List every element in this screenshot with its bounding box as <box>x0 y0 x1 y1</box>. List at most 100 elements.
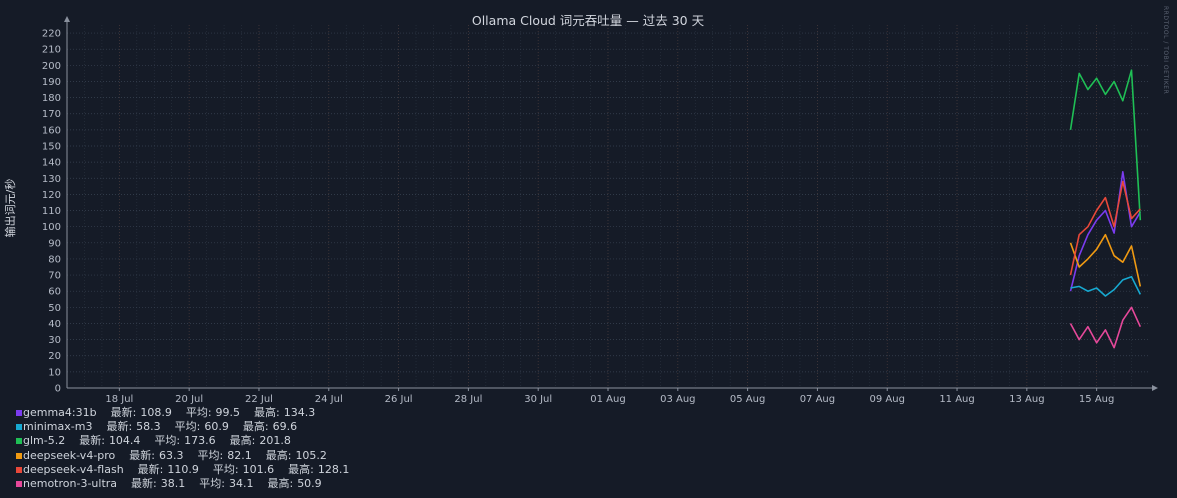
legend-swatch <box>16 438 22 445</box>
x-tick-label: 20 Jul <box>175 394 203 405</box>
y-tick-label: 80 <box>48 254 61 265</box>
x-tick-label: 26 Jul <box>385 394 413 405</box>
legend-stat-latest: 最新: 58.3 <box>106 420 161 434</box>
legend-item: glm-5.2 最新: 104.4 平均: 173.6 最高: 201.8 <box>16 434 349 448</box>
legend-stat-value: 99.5 <box>215 406 241 419</box>
series-line-minimax-m3 <box>1070 275 1142 297</box>
legend-stat-value: 201.8 <box>259 434 291 448</box>
legend-swatch <box>16 424 22 431</box>
legend-stat-avg: 平均: 101.6 <box>212 462 275 476</box>
y-tick-label: 40 <box>48 319 61 330</box>
x-tick-label: 01 Aug <box>590 394 625 405</box>
legend-stat-value: 60.9 <box>204 420 229 434</box>
x-tick-label: 13 Aug <box>1009 394 1044 405</box>
y-tick-label: 200 <box>42 61 61 72</box>
y-tick-label: 0 <box>55 384 61 395</box>
legend-stat-latest: 最新: 104.4 <box>79 434 141 448</box>
legend-stat-avg: 平均: 34.1 <box>199 476 254 490</box>
y-tick-labels: 0 10 20 30 40 50 60 70 80 90 100 110 120 130 140 150 160… <box>42 29 61 395</box>
y-tick-label: 170 <box>42 109 61 120</box>
y-tick-label: 180 <box>42 93 61 104</box>
legend-swatch <box>16 466 22 473</box>
y-tick-label: 10 <box>48 367 61 378</box>
x-tick-label: 28 Jul <box>454 394 482 405</box>
legend-stat-max: 最高: 69.6 <box>242 420 298 434</box>
y-tick-label: 70 <box>48 271 61 282</box>
x-tick-label: 18 Jul <box>105 394 133 405</box>
series-line-gemma4-31b <box>1069 171 1141 292</box>
y-axis-label: 输出词元/秒 <box>3 179 17 238</box>
legend-stat-max: 最高: 134.3 <box>254 406 316 419</box>
legend-item: deepseek-v4-flash 最新: 110.9 平均: 101.6 最高: 128.… <box>16 463 349 477</box>
legend-series-name: deepseek-v4-pro <box>23 448 116 462</box>
y-tick-label: 110 <box>42 206 61 217</box>
grid-major <box>67 25 1149 388</box>
series-line-deepseek-v4-flash <box>1069 180 1141 276</box>
legend-item: minimax-m3 最新: 58.3 平均: 60.9 最高: 69.6 <box>16 420 349 434</box>
legend-stat-value: 134.3 <box>283 406 316 419</box>
x-tick-label: 30 Jul <box>524 394 552 405</box>
y-tick-label: 50 <box>48 303 61 314</box>
y-tick-label: 30 <box>48 335 61 346</box>
legend-stat-value: 38.1 <box>160 476 186 490</box>
y-tick-label: 130 <box>42 174 61 185</box>
legend-stat-max: 最高: 201.8 <box>229 434 291 448</box>
legend-item: nemotron-3-ultra 最新: 38.1 平均: 34.1 最高: 50.9 <box>16 477 349 491</box>
y-tick-label: 210 <box>42 45 61 56</box>
y-tick-label: 160 <box>42 125 61 136</box>
legend-stat-value: 58.3 <box>136 420 161 434</box>
legend-series-name: minimax-m3 <box>23 420 93 434</box>
x-tick-label: 07 Aug <box>800 394 835 405</box>
x-axis-arrow <box>1152 385 1158 391</box>
x-tick-labels: 18 Jul 20 Jul 22 Jul 24 Jul 26 Jul 28 Jul 30 J… <box>105 394 1114 405</box>
legend-stat-value: 110.9 <box>167 462 199 476</box>
legend-stat-value: 82.1 <box>227 448 252 462</box>
legend-series-name: glm-5.2 <box>23 434 66 448</box>
legend-stat-avg: 平均: 82.1 <box>197 448 252 462</box>
legend-stat-value: 128.1 <box>317 462 350 476</box>
legend-series-name: gemma4:31b <box>23 406 97 419</box>
legend-stat-value: 34.1 <box>228 476 254 490</box>
x-tick-label: 15 Aug <box>1079 394 1114 405</box>
legend-swatch <box>16 410 22 417</box>
legend-swatch <box>16 452 22 459</box>
legend-stat-avg: 平均: 60.9 <box>174 420 229 434</box>
y-tick-label: 140 <box>42 158 61 169</box>
y-tick-label: 220 <box>42 29 61 40</box>
legend-stat-latest: 最新: 110.9 <box>137 462 199 476</box>
series-lines <box>1069 69 1142 349</box>
y-tick-label: 120 <box>42 190 61 201</box>
x-tick-label: 24 Jul <box>315 394 343 405</box>
legend-stat-latest: 最新: 38.1 <box>131 476 186 490</box>
x-tick-label: 11 Aug <box>939 394 974 405</box>
x-tick-label: 03 Aug <box>660 394 695 405</box>
legend-stat-max: 最高: 128.1 <box>288 462 350 476</box>
x-tick-label: 05 Aug <box>730 394 765 405</box>
legend-stat-value: 105.2 <box>295 448 327 462</box>
legend-stat-value: 69.6 <box>272 420 298 434</box>
legend-stat-value: 104.4 <box>108 434 141 448</box>
x-tick-label: 09 Aug <box>870 394 905 405</box>
legend-stat-latest: 最新: 63.3 <box>129 448 184 462</box>
legend-stat-max: 最高: 105.2 <box>265 448 327 462</box>
legend-series-name: nemotron-3-ultra <box>23 476 118 490</box>
series-line-nemotron-3-ultra <box>1069 306 1142 349</box>
legend-stat-value: 63.3 <box>159 448 184 462</box>
legend-item: gemma4:31b 最新: 108.9 平均: 99.5 最高: 134.3 <box>16 406 349 420</box>
chart-title: Ollama Cloud 词元吞吐量 — 过去 30 天 <box>472 13 705 28</box>
legend-stat-avg: 平均: 173.6 <box>154 434 216 448</box>
watermark: RRDTOOL / TOBI OETIKER <box>1162 6 1169 94</box>
legend: gemma4:31b 最新: 108.9 平均: 99.5 最高: 134.3 minimax… <box>16 406 349 491</box>
legend-stat-max: 最高: 50.9 <box>267 476 322 490</box>
legend-stat-value: 101.6 <box>242 462 275 476</box>
legend-stat-value: 108.9 <box>140 406 172 419</box>
legend-stat-value: 173.6 <box>184 434 216 448</box>
x-tick-label: 22 Jul <box>245 394 273 405</box>
legend-stat-latest: 最新: 108.9 <box>110 406 172 419</box>
y-tick-label: 190 <box>42 77 61 88</box>
legend-stat-value: 50.9 <box>297 476 322 490</box>
y-tick-label: 20 <box>48 351 61 362</box>
chart-root: 0 10 20 30 40 50 60 70 80 90 100 110 120 130 140 150 160… <box>0 0 1177 498</box>
legend-swatch <box>16 481 22 488</box>
axes <box>64 16 1158 391</box>
